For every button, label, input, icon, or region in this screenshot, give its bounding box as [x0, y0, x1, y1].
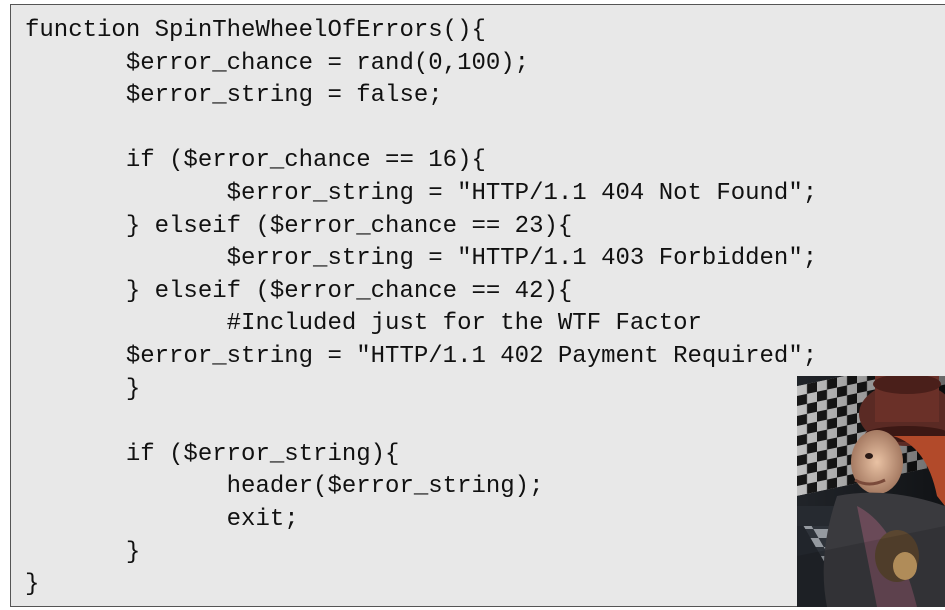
mad-hatter-photo-image — [797, 376, 945, 607]
code-line-12: } — [25, 375, 141, 403]
code-line-15: header($error_string); — [25, 473, 544, 501]
code-line-10: #Included just for the WTF Factor — [25, 310, 702, 338]
code-line-16: exit; — [25, 505, 299, 533]
code-line-8: $error_string = "HTTP/1.1 403 Forbidden"… — [25, 245, 818, 273]
code-line-9: } elseif ($error_chance == 42){ — [25, 277, 573, 305]
mad-hatter-photo — [797, 376, 945, 607]
code-line-14: if ($error_string){ — [25, 440, 400, 468]
code-line-1: function SpinTheWheelOfErrors(){ — [25, 17, 486, 44]
code-line-2: $error_chance = rand(0,100); — [25, 49, 530, 77]
code-line-3: $error_string = false; — [25, 82, 443, 110]
code-line-7: } elseif ($error_chance == 23){ — [25, 212, 573, 240]
code-block: function SpinTheWheelOfErrors(){ $error_… — [25, 15, 817, 602]
code-line-5: if ($error_chance == 16){ — [25, 147, 486, 175]
code-line-18: } — [25, 571, 40, 599]
code-line-6: $error_string = "HTTP/1.1 404 Not Found"… — [25, 179, 818, 207]
code-line-17: } — [25, 538, 141, 566]
code-line-11: $error_string = "HTTP/1.1 402 Payment Re… — [25, 342, 818, 370]
